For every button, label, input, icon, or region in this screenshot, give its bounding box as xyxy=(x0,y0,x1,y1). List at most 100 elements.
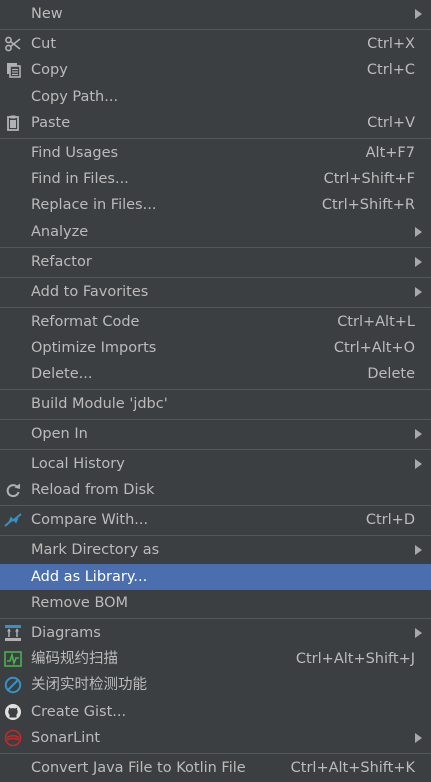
submenu-arrow-icon xyxy=(415,545,422,555)
separator xyxy=(0,535,431,536)
menu-item-label: Replace in Files... xyxy=(31,197,157,213)
menu-item-label: Cut xyxy=(31,36,56,52)
menu-item-find-usages[interactable]: Find Usages Alt+F7 xyxy=(0,140,431,166)
separator xyxy=(0,307,431,308)
clipboard-icon xyxy=(4,114,22,132)
menu-item-refactor[interactable]: Refactor xyxy=(0,249,431,275)
submenu-arrow-icon xyxy=(415,733,422,743)
sonarlint-icon xyxy=(4,729,22,747)
menu-item-mark-directory-as[interactable]: Mark Directory as xyxy=(0,537,431,563)
menu-item-label: Copy xyxy=(31,62,68,78)
shortcut-text: Ctrl+Alt+Shift+K xyxy=(290,760,415,776)
shortcut-text: Ctrl+Alt+O xyxy=(333,340,415,356)
menu-item-compare-with[interactable]: Compare With... Ctrl+D xyxy=(0,507,431,533)
menu-item-copy-path[interactable]: Copy Path... xyxy=(0,84,431,110)
menu-item-analyze[interactable]: Analyze xyxy=(0,219,431,245)
menu-item-cut[interactable]: Cut Ctrl+X xyxy=(0,31,431,57)
separator xyxy=(0,138,431,139)
menu-item-add-to-favorites[interactable]: Add to Favorites xyxy=(0,279,431,305)
menu-item-local-history[interactable]: Local History xyxy=(0,451,431,477)
shortcut-text: Ctrl+Shift+F xyxy=(323,171,415,187)
compare-arrows-icon xyxy=(4,511,22,529)
menu-item-add-as-library[interactable]: Add as Library... xyxy=(0,564,431,590)
menu-item-delete[interactable]: Delete... Delete xyxy=(0,361,431,387)
menu-item-build-module[interactable]: Build Module 'jdbc' xyxy=(0,391,431,417)
separator xyxy=(0,449,431,450)
menu-item-remove-bom[interactable]: Remove BOM xyxy=(0,590,431,616)
shortcut-text: Alt+F7 xyxy=(365,145,415,161)
scissors-icon xyxy=(4,35,22,53)
menu-item-label: Refactor xyxy=(31,254,92,270)
scan-chart-icon xyxy=(4,650,22,668)
submenu-arrow-icon xyxy=(415,287,422,297)
separator xyxy=(0,753,431,754)
menu-item-label: 编码规约扫描 xyxy=(31,651,118,667)
menu-item-diagrams[interactable]: Diagrams xyxy=(0,620,431,646)
menu-item-label: Find Usages xyxy=(31,145,119,161)
menu-item-label: SonarLint xyxy=(31,730,101,746)
menu-item-find-in-files[interactable]: Find in Files... Ctrl+Shift+F xyxy=(0,166,431,192)
separator xyxy=(0,29,431,30)
separator xyxy=(0,277,431,278)
menu-item-label: Convert Java File to Kotlin File xyxy=(31,760,246,776)
separator xyxy=(0,419,431,420)
submenu-arrow-icon xyxy=(415,459,422,469)
submenu-arrow-icon xyxy=(415,628,422,638)
diagram-icon xyxy=(4,624,22,642)
shortcut-text: Ctrl+D xyxy=(365,512,415,528)
shortcut-text: Ctrl+Alt+Shift+J xyxy=(295,651,415,667)
shortcut-text: Ctrl+Alt+L xyxy=(337,314,415,330)
menu-item-label: Add as Library... xyxy=(31,569,148,585)
menu-item-label: 关闭实时检测功能 xyxy=(31,677,147,693)
shortcut-text: Ctrl+C xyxy=(366,62,415,78)
submenu-arrow-icon xyxy=(415,429,422,439)
menu-item-replace-in-files[interactable]: Replace in Files... Ctrl+Shift+R xyxy=(0,192,431,218)
menu-item-label: Find in Files... xyxy=(31,171,129,187)
menu-item-label: Mark Directory as xyxy=(31,542,160,558)
shortcut-text: Ctrl+X xyxy=(367,36,415,52)
submenu-arrow-icon xyxy=(415,9,422,19)
menu-item-label: Create Gist... xyxy=(31,704,127,720)
menu-item-code-scan[interactable]: 编码规约扫描 Ctrl+Alt+Shift+J xyxy=(0,646,431,672)
menu-item-create-gist[interactable]: Create Gist... xyxy=(0,699,431,725)
menu-item-label: Diagrams xyxy=(31,625,101,641)
github-icon xyxy=(4,703,22,721)
submenu-arrow-icon xyxy=(415,227,422,237)
menu-item-label: Analyze xyxy=(31,224,89,240)
menu-item-label: Local History xyxy=(31,456,125,472)
menu-item-convert-kotlin[interactable]: Convert Java File to Kotlin File Ctrl+Al… xyxy=(0,755,431,781)
copy-icon xyxy=(4,61,22,79)
shortcut-text: Delete xyxy=(367,366,415,382)
menu-item-new[interactable]: New xyxy=(0,1,431,27)
menu-item-label: Delete... xyxy=(31,366,93,382)
menu-item-open-in[interactable]: Open In xyxy=(0,421,431,447)
menu-item-reformat-code[interactable]: Reformat Code Ctrl+Alt+L xyxy=(0,309,431,335)
reload-icon xyxy=(4,481,22,499)
block-circle-icon xyxy=(4,676,22,694)
menu-item-label: Build Module 'jdbc' xyxy=(31,396,168,412)
menu-item-label: Compare With... xyxy=(31,512,149,528)
shortcut-text: Ctrl+V xyxy=(367,115,415,131)
menu-item-label: Reload from Disk xyxy=(31,482,155,498)
menu-item-label: Copy Path... xyxy=(31,89,119,105)
menu-item-label: Open In xyxy=(31,426,88,442)
separator xyxy=(0,618,431,619)
menu-item-label: Remove BOM xyxy=(31,595,129,611)
menu-item-sonarlint[interactable]: SonarLint xyxy=(0,725,431,751)
menu-item-reload-from-disk[interactable]: Reload from Disk xyxy=(0,477,431,503)
menu-item-paste[interactable]: Paste Ctrl+V xyxy=(0,110,431,136)
menu-item-optimize-imports[interactable]: Optimize Imports Ctrl+Alt+O xyxy=(0,335,431,361)
separator xyxy=(0,247,431,248)
context-menu: New Cut Ctrl+X Copy Ctrl+C Copy Path... … xyxy=(0,0,431,782)
menu-item-label: Optimize Imports xyxy=(31,340,157,356)
menu-item-label: Reformat Code xyxy=(31,314,140,330)
separator xyxy=(0,389,431,390)
submenu-arrow-icon xyxy=(415,257,422,267)
menu-item-close-realtime-check[interactable]: 关闭实时检测功能 xyxy=(0,672,431,698)
shortcut-text: Ctrl+Shift+R xyxy=(321,197,415,213)
separator xyxy=(0,505,431,506)
menu-item-label: Add to Favorites xyxy=(31,284,149,300)
menu-item-label: Paste xyxy=(31,115,71,131)
menu-item-copy[interactable]: Copy Ctrl+C xyxy=(0,57,431,83)
menu-item-label: New xyxy=(31,6,63,22)
